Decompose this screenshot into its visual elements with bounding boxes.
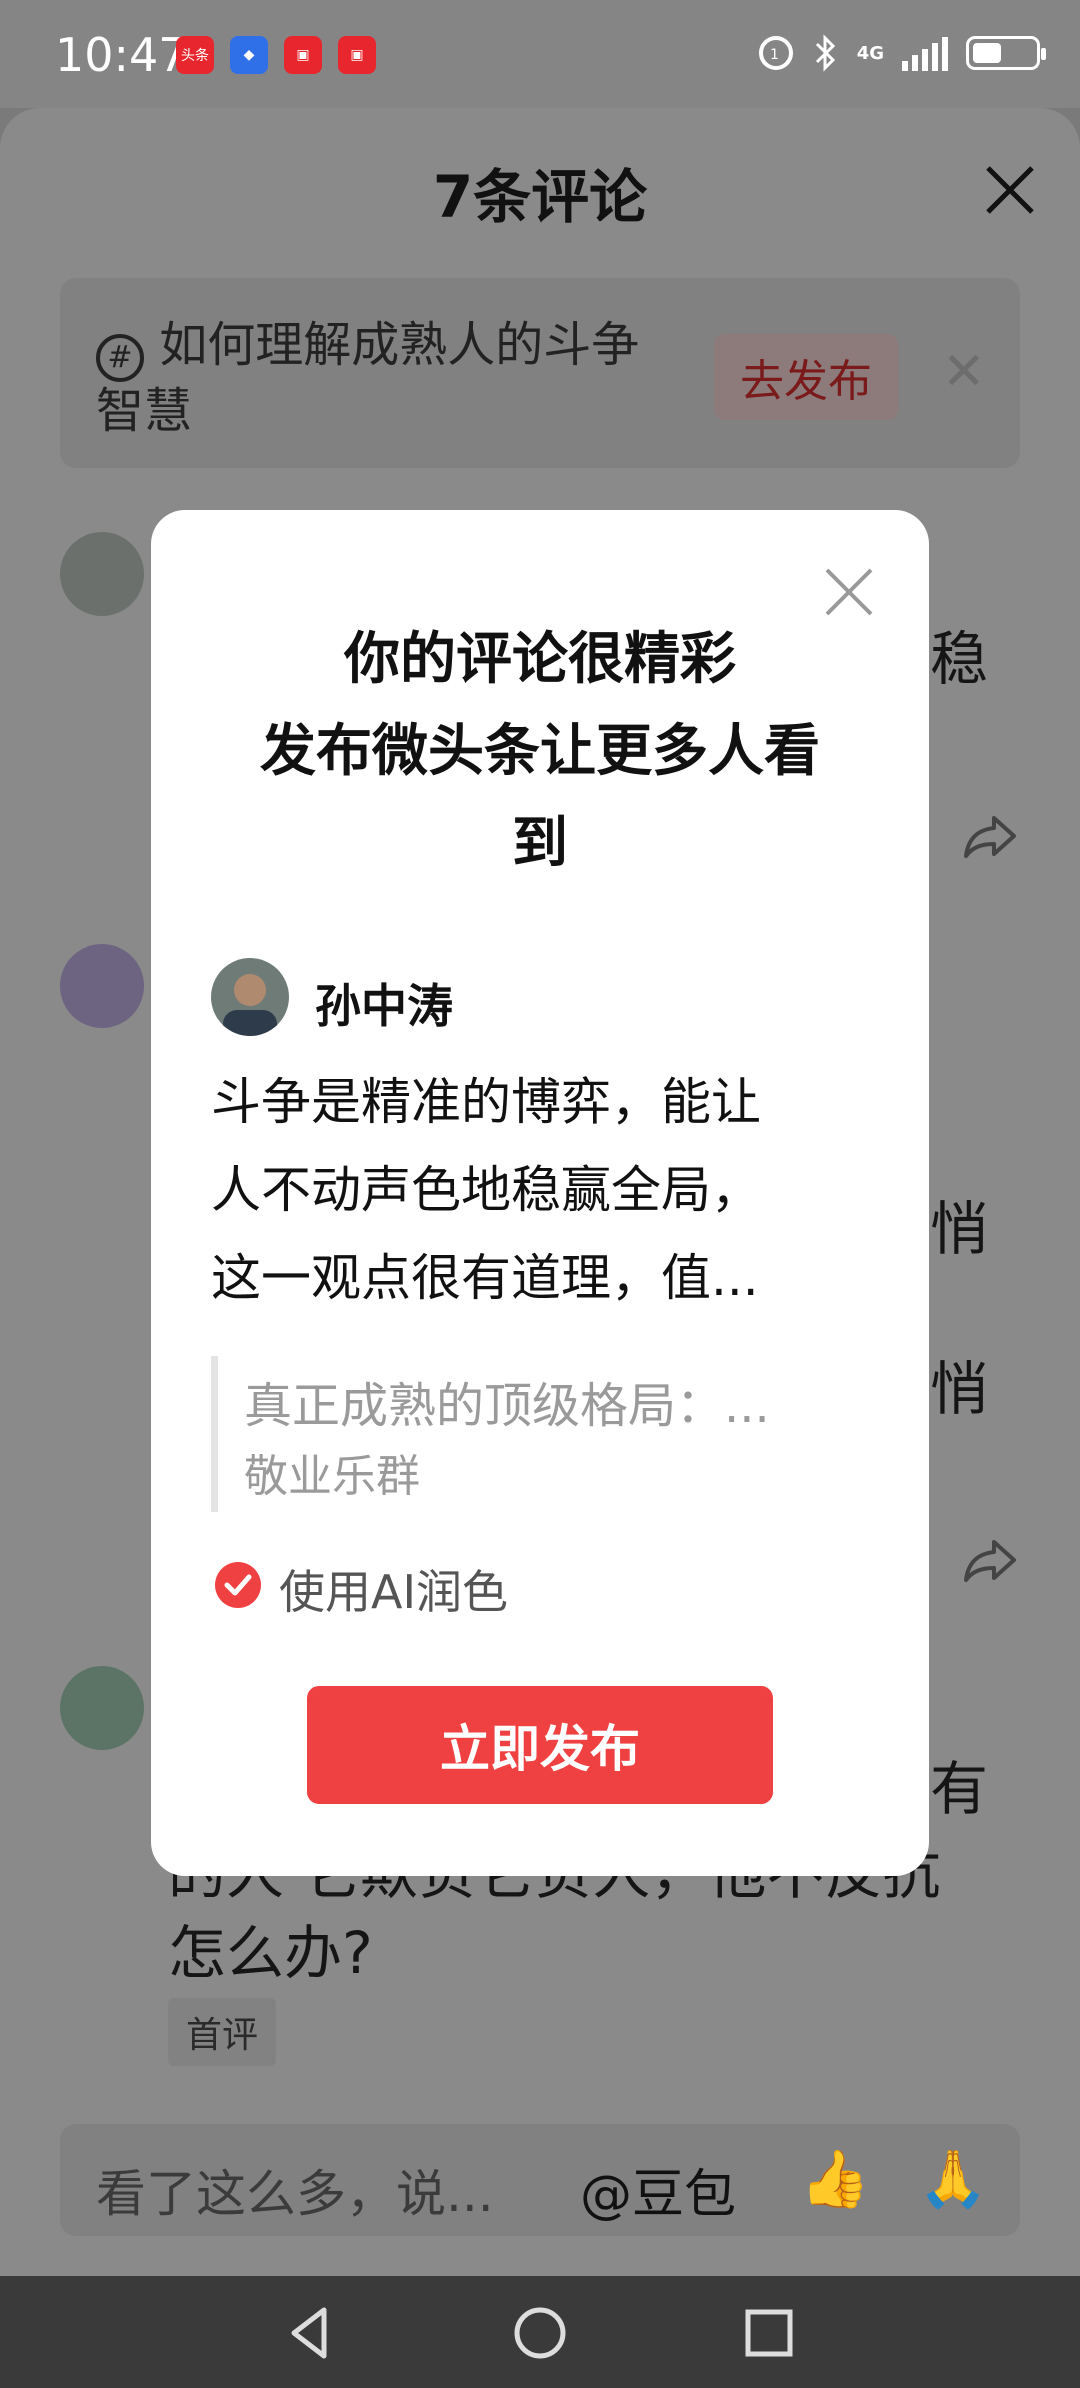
comment-fragment: 悄 — [930, 1195, 989, 1263]
home-icon[interactable] — [505, 2298, 575, 2368]
comment-fragment: 怎么办? — [168, 1919, 373, 1987]
user-name: 孙中涛 — [315, 979, 453, 1033]
ai-polish-checkbox[interactable] — [215, 1562, 261, 1608]
topic-label: 如何理解成熟人的斗争智慧 — [96, 317, 640, 439]
avatar[interactable] — [60, 944, 144, 1028]
recents-icon[interactable] — [734, 2298, 804, 2368]
topic-suggestion: # 如何理解成熟人的斗争智慧 去发布 ✕ — [60, 278, 1020, 468]
publish-dialog: 你的评论很精彩 发布微头条让更多人看 到 孙中涛 斗争是精准的博弈，能让 人不动… — [151, 510, 929, 1876]
comment-line: 这一观点很有道理，值... — [211, 1249, 759, 1307]
dialog-title-line: 你的评论很精彩 — [344, 627, 736, 692]
topic-publish-button[interactable]: 去发布 — [714, 334, 898, 420]
back-icon[interactable] — [276, 2298, 346, 2368]
pray-icon[interactable]: 🙏 — [918, 2146, 988, 2212]
status-bar: 10:47 头条 ◆ ▣ ▣ 1 4G — [0, 0, 1080, 108]
dialog-title-line: 到 — [512, 811, 568, 876]
app-notification-icon: ◆ — [230, 36, 268, 74]
ai-polish-label[interactable]: 使用AI润色 — [279, 1556, 508, 1622]
bluetooth-icon — [815, 34, 835, 72]
battery-icon — [966, 36, 1046, 70]
comment-input[interactable]: 看了这么多，说... — [96, 2154, 494, 2226]
comment-line: 斗争是精准的博弈，能让 — [211, 1073, 761, 1131]
check-icon — [224, 1574, 252, 1596]
topic-text: # 如何理解成熟人的斗争智慧 — [96, 316, 656, 440]
close-icon[interactable] — [821, 564, 877, 620]
comment-input-bar[interactable]: 看了这么多，说... @豆包 👍 🙏 — [60, 2124, 1020, 2236]
comment-fragment: 有 — [930, 1755, 989, 1823]
signal-icon — [902, 35, 948, 71]
close-icon[interactable] — [980, 160, 1040, 220]
quoted-article: 真正成熟的顶级格局：... 敬业乐群 — [211, 1356, 858, 1512]
avatar — [211, 958, 289, 1036]
comments-title: 7条评论 — [432, 163, 648, 231]
hotspot-icon: 1 — [758, 36, 793, 70]
toutiao-app-icon: 头条 — [176, 36, 214, 74]
user-photo-icon — [223, 974, 277, 1036]
thumbs-up-icon[interactable]: 👍 — [800, 2146, 870, 2212]
avatar[interactable] — [60, 1666, 144, 1750]
system-nav-bar — [0, 2276, 1080, 2388]
notification-icons: 头条 ◆ ▣ ▣ — [176, 36, 376, 74]
dialog-title: 你的评论很精彩 发布微头条让更多人看 到 — [211, 614, 869, 890]
comment-line: 人不动声色地稳赢全局， — [211, 1161, 761, 1219]
hashtag-icon: # — [96, 334, 144, 382]
comment-fragment: 悄 — [930, 1355, 989, 1423]
quoted-article-source: 敬业乐群 — [244, 1451, 420, 1502]
dialog-title-line: 发布微头条让更多人看 — [260, 719, 820, 784]
system-icons: 1 4G — [757, 34, 1046, 72]
publish-now-button[interactable]: 立即发布 — [307, 1686, 773, 1804]
dismiss-icon[interactable]: ✕ — [942, 342, 986, 402]
status-time: 10:47 — [55, 28, 188, 82]
svg-text:1: 1 — [770, 47, 779, 63]
network-label: 4G — [856, 42, 884, 64]
mention-doubao-button[interactable]: @豆包 — [580, 2152, 736, 2227]
comment-fragment: 稳 — [930, 625, 989, 693]
share-icon[interactable] — [962, 812, 1018, 860]
comment-text: 斗争是精准的博弈，能让 人不动声色地稳赢全局， 这一观点很有道理，值... — [211, 1058, 851, 1322]
avatar[interactable] — [60, 532, 144, 616]
share-icon[interactable] — [962, 1536, 1018, 1584]
huawei-app-icon: ▣ — [284, 36, 322, 74]
first-comment-badge: 首评 — [168, 1998, 277, 2066]
quoted-article-title: 真正成熟的顶级格局：... — [244, 1378, 770, 1434]
huawei-app-icon: ▣ — [338, 36, 376, 74]
